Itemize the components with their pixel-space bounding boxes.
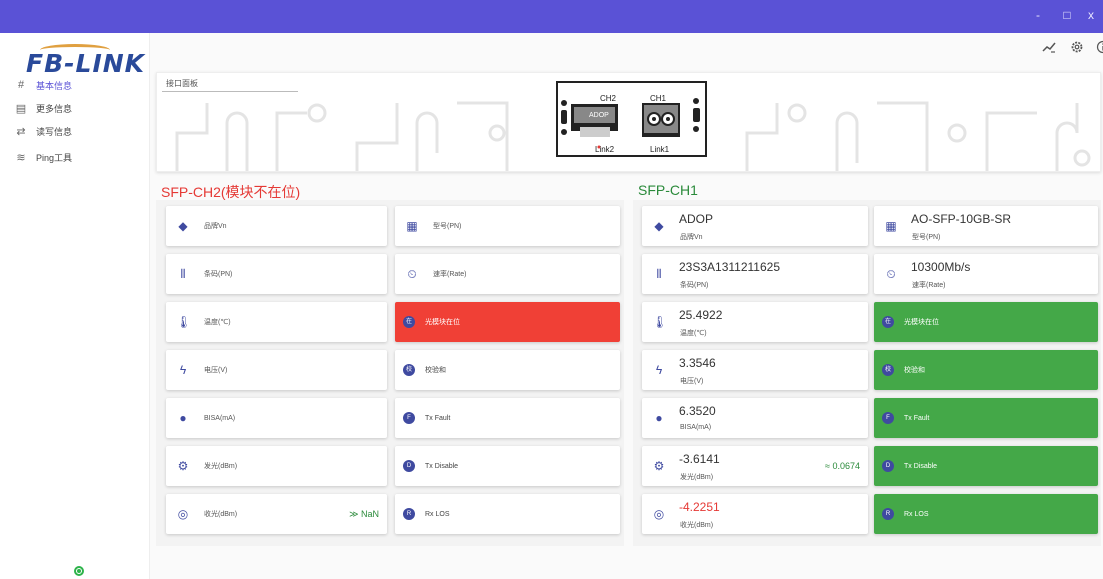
module-brand: ADOP — [589, 112, 609, 119]
receive-icon: ◎ — [653, 507, 665, 521]
ch2-vendor-card: ◆ 品牌Vn — [166, 206, 387, 246]
sidebar: FB-LINK # 基本信息 ▤ 更多信息 ⇄ 读写信息 ≋ Ping工具 — [0, 33, 150, 579]
maximize-button[interactable]: □ — [1058, 8, 1076, 22]
sidebar-item-label: 读写信息 — [36, 126, 73, 137]
info-icon[interactable] — [1096, 40, 1103, 57]
timer-icon: ⏲ — [407, 266, 417, 281]
interface-panel: 接口面板 CH2 CH1 ADOP Link2 Link1 — [156, 72, 1101, 172]
status-badge: 在 — [403, 316, 415, 328]
sidebar-item-label: 更多信息 — [36, 103, 73, 114]
status-badge: R — [403, 508, 415, 520]
sidebar-item-label: Ping工具 — [36, 152, 73, 163]
ch2-rate-card: ⏲ 速率(Rate) — [395, 254, 620, 294]
ch1-label: CH1 — [650, 94, 667, 103]
thermometer-icon: 🌡 — [652, 315, 668, 329]
ch2-tx-disable-card: D Tx Disable — [395, 446, 620, 486]
ch1-rx-los-card: R Rx LOS — [874, 494, 1098, 534]
table-icon: ▦ — [885, 219, 897, 233]
top-toolbar — [150, 33, 1103, 63]
status-badge: F — [882, 412, 894, 424]
barcode-icon: ⫴ — [180, 266, 186, 281]
ch1-tx-disable-card: D Tx Disable — [874, 446, 1098, 486]
ch2-checksum-card: 校校验和 — [395, 350, 620, 390]
ch2-bias-card: ● BISA(mA) — [166, 398, 387, 438]
status-badge: D — [403, 460, 415, 472]
window-titlebar: - □ x — [0, 0, 1103, 33]
ping-icon: ≋ — [16, 151, 26, 164]
trend-indicator: ≈ 0.0674 — [825, 461, 860, 471]
status-badge: R — [882, 508, 894, 520]
ch1-rate-card: ⏲ 10300Mb/s 速率(Rate) — [874, 254, 1098, 294]
status-badge: F — [403, 412, 415, 424]
sidebar-item-basic-info[interactable]: # 基本信息 — [14, 76, 72, 94]
minimize-button[interactable]: - — [1029, 8, 1047, 22]
ch2-model-card: ▦ 型号(PN) — [395, 206, 620, 246]
ch2-module-present-card: 在光模块在位 — [395, 302, 620, 342]
logo-arc-icon — [40, 44, 110, 56]
bias-icon: ● — [179, 411, 187, 425]
status-badge: D — [882, 460, 894, 472]
sidebar-item-more-info[interactable]: ▤ 更多信息 — [14, 99, 72, 117]
ch1-tx-fault-card: F Tx Fault — [874, 398, 1098, 438]
ch1-temp-card: 🌡 25.4922 温度(℃) — [642, 302, 868, 342]
ch2-voltage-card: ϟ 电压(V) — [166, 350, 387, 390]
ch2-rx-los-card: R Rx LOS — [395, 494, 620, 534]
ch1-module-present-card: 在光模块在位 — [874, 302, 1098, 342]
link2-label: Link2 — [595, 145, 615, 154]
ch1-checksum-card: 校校验和 — [874, 350, 1098, 390]
swap-icon: ⇄ — [16, 125, 26, 138]
ch1-voltage-card: ϟ 3.3546 电压(V) — [642, 350, 868, 390]
ch2-title: SFP-CH2(模块不在位) — [161, 184, 301, 200]
logo: FB-LINK — [26, 44, 145, 78]
status-badge: 在 — [882, 316, 894, 328]
panel-title: 接口面板 — [166, 79, 198, 88]
settings-icon[interactable] — [1070, 40, 1084, 57]
divider — [162, 91, 298, 92]
sidebar-item-read-write[interactable]: ⇄ 读写信息 — [14, 122, 72, 140]
status-badge: 校 — [882, 364, 894, 376]
barcode-icon: ⫴ — [656, 266, 662, 281]
sidebar-item-label: 基本信息 — [36, 80, 73, 91]
ch2-temp-card: 🌡 温度(℃) — [166, 302, 387, 342]
ch1-title: SFP-CH1 — [638, 182, 698, 198]
ch2-tx-power-card: ⚙ 发光(dBm) — [166, 446, 387, 486]
close-button[interactable]: x — [1082, 8, 1100, 22]
sidebar-item-ping[interactable]: ≋ Ping工具 — [14, 148, 72, 166]
bolt-icon: ϟ — [179, 363, 187, 377]
thermometer-icon: 🌡 — [176, 315, 192, 329]
tag-icon: ◆ — [654, 219, 664, 233]
sfp-module-diagram: CH2 CH1 ADOP Link2 Link1 — [556, 81, 707, 157]
ch1-bias-card: ● 6.3520 BISA(mA) — [642, 398, 868, 438]
list-icon: ▤ — [15, 102, 27, 115]
ch1-tx-power-card: ⚙ -3.6141 发光(dBm) ≈ 0.0674 — [642, 446, 868, 486]
ch2-label: CH2 — [600, 94, 617, 103]
timer-icon: ⏲ — [886, 266, 896, 281]
gear-icon: ⚙ — [653, 459, 665, 473]
receive-icon: ◎ — [177, 507, 189, 521]
status-badge: 校 — [403, 364, 415, 376]
ch1-vendor-card: ◆ ADOP 品牌Vn — [642, 206, 868, 246]
ch1-model-card: ▦ AO-SFP-10GB-SR 型号(PN) — [874, 206, 1098, 246]
bias-icon: ● — [655, 411, 663, 425]
ch1-serial-card: ⫴ 23S3A1311211625 条码(PN) — [642, 254, 868, 294]
trend-indicator: ≫ NaN — [349, 508, 379, 519]
connection-status-icon — [74, 566, 84, 576]
ch2-rx-power-card: ◎ 收光(dBm) ≫ NaN — [166, 494, 387, 534]
table-icon: ▦ — [406, 219, 418, 233]
ch2-serial-card: ⫴ 条码(PN) — [166, 254, 387, 294]
ch2-tx-fault-card: F Tx Fault — [395, 398, 620, 438]
chart-edit-icon[interactable] — [1042, 40, 1056, 57]
hash-icon: # — [17, 79, 25, 91]
gear-icon: ⚙ — [177, 459, 189, 473]
bolt-icon: ϟ — [655, 363, 663, 377]
tag-icon: ◆ — [178, 219, 188, 233]
link1-label: Link1 — [650, 145, 670, 154]
ch1-rx-power-card: ◎ -4.2251 收光(dBm) — [642, 494, 868, 534]
